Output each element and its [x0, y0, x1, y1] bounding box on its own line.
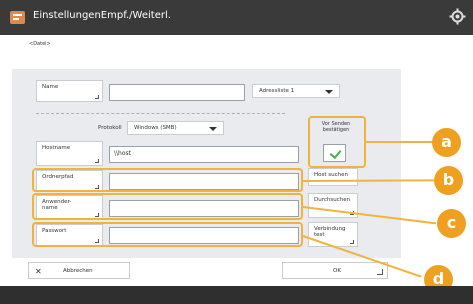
ok-label: OK: [333, 268, 341, 274]
breadcrumb: <Datei>: [29, 41, 51, 47]
ok-button[interactable]: OK: [282, 262, 388, 279]
corner-icon: [95, 213, 99, 217]
corner-icon: [95, 185, 99, 189]
name-field[interactable]: [109, 84, 245, 101]
hostname-label: Hostname: [42, 145, 71, 151]
password-field[interactable]: [109, 227, 299, 244]
callout-badge-c: c: [437, 209, 466, 238]
title-bar: EinstellungenEmpf./Weiterl.: [0, 0, 473, 35]
confirm-before-send-label: Vor Senden bestätigen: [321, 121, 351, 133]
browse-button[interactable]: Durchsuchen: [308, 193, 358, 218]
window-title: EinstellungenEmpf./Weiterl.: [33, 10, 171, 21]
callout-badge-b: b: [434, 166, 463, 195]
corner-icon: [95, 95, 99, 99]
corner-icon: [95, 239, 99, 243]
protocol-label: Protokoll: [98, 125, 122, 131]
hostname-value: \\host: [114, 150, 131, 157]
hostname-button[interactable]: Hostname: [36, 141, 103, 166]
password-button[interactable]: Passwort: [36, 224, 103, 246]
address-list-value: Adressliste 1: [259, 88, 295, 94]
confirm-before-send-checkbox[interactable]: [323, 144, 346, 162]
folder-path-field[interactable]: [109, 173, 299, 190]
corner-icon: [95, 159, 99, 163]
host-search-button[interactable]: Host suchen: [308, 168, 358, 186]
address-list-select[interactable]: Adressliste 1: [252, 84, 340, 98]
hostname-field[interactable]: \\host: [109, 146, 299, 163]
close-icon: ✕: [35, 267, 42, 276]
cancel-button[interactable]: ✕ Abbrechen: [28, 262, 130, 279]
password-label: Passwort: [42, 228, 67, 234]
browse-label: Durchsuchen: [314, 197, 351, 203]
corner-icon: [377, 269, 383, 275]
corner-icon: [350, 240, 354, 244]
cancel-label: Abbrechen: [63, 268, 93, 274]
app-icon: [10, 11, 25, 24]
name-button[interactable]: Name: [36, 80, 103, 102]
username-label: Anwender- name: [42, 199, 72, 212]
bottom-bar: [0, 286, 473, 304]
divider: [36, 113, 285, 114]
chevron-down-icon: [209, 127, 217, 131]
username-field[interactable]: [109, 200, 299, 217]
protocol-value: Windows (SMB): [134, 125, 177, 131]
check-icon: [329, 146, 342, 160]
folder-path-button[interactable]: Ordnerpfad: [36, 170, 103, 192]
username-button[interactable]: Anwender- name: [36, 195, 103, 220]
chevron-down-icon: [325, 90, 333, 94]
gear-icon[interactable]: [449, 8, 466, 25]
callout-badge-a: a: [432, 128, 461, 157]
callout-line-b: [302, 179, 435, 182]
folder-path-label: Ordnerpfad: [42, 174, 74, 180]
callout-line-a: [366, 141, 433, 143]
protocol-select[interactable]: Windows (SMB): [127, 121, 224, 135]
host-search-label: Host suchen: [314, 172, 349, 178]
connection-test-label: Verbindung test: [314, 226, 346, 239]
name-label: Name: [42, 84, 59, 90]
connection-test-button[interactable]: Verbindung test: [308, 222, 358, 247]
